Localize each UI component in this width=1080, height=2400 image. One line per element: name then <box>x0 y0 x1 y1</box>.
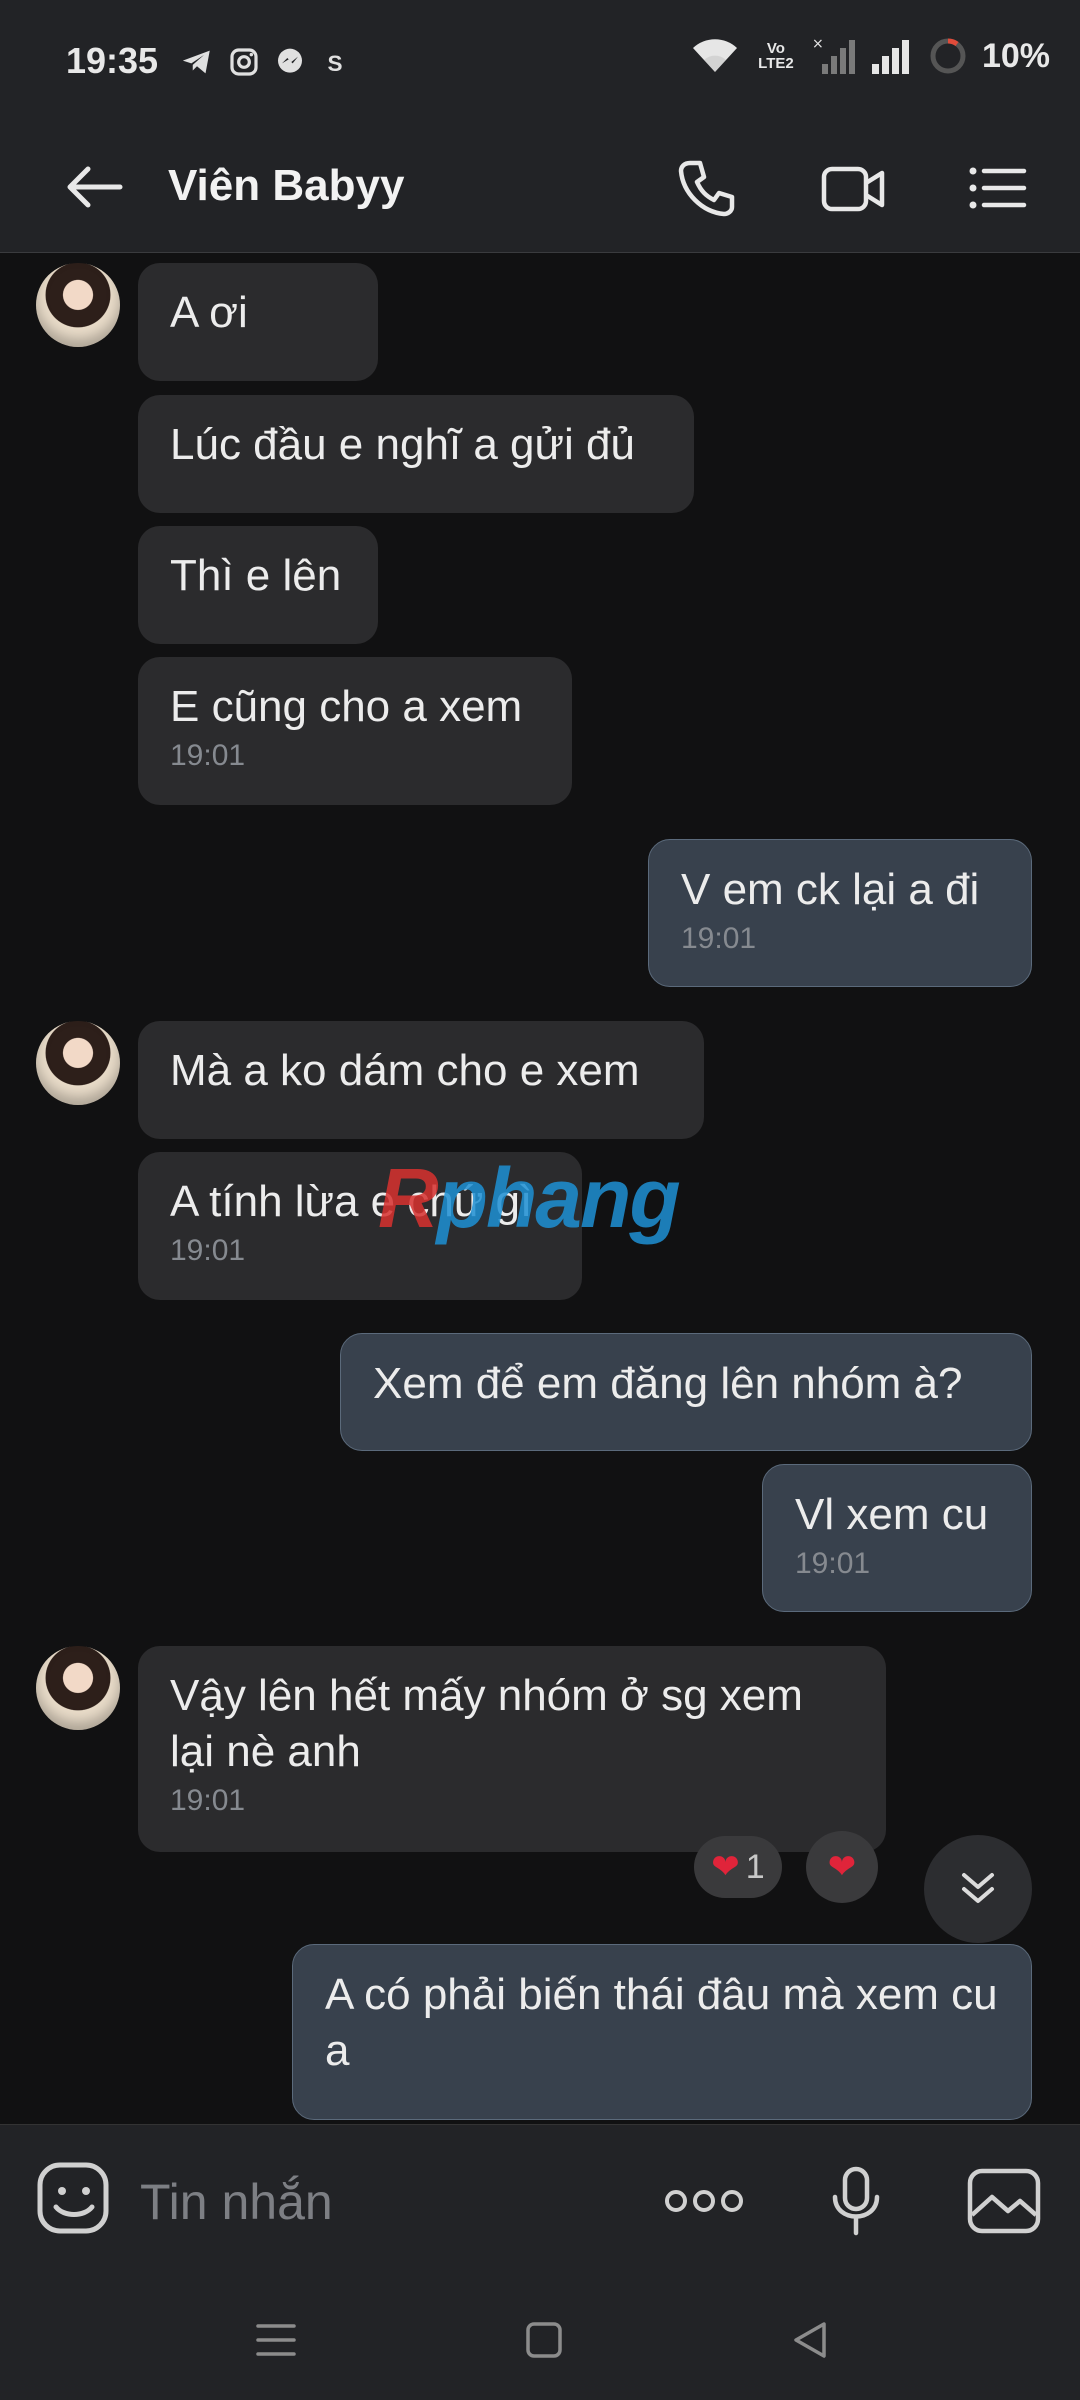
message-text: Vl xem cu <box>795 1490 989 1539</box>
message-text: Mà a ko dám cho e xem <box>170 1046 640 1095</box>
reaction-summary[interactable]: ❤ 1 <box>694 1836 782 1898</box>
system-navigation-bar <box>0 2276 1080 2400</box>
back-nav-button[interactable] <box>780 2310 840 2370</box>
message-text: A có phải biến thái đâu mà xem cu a <box>325 1970 998 2075</box>
message-bubble-incoming[interactable]: A ơi <box>138 263 378 381</box>
message-text: A tính lừa e chứ gì <box>170 1177 533 1226</box>
double-chevron-down-icon <box>962 1873 994 1903</box>
home-square-icon <box>526 2322 562 2358</box>
message-text: Vậy lên hết mấy nhóm ở sg xem lại nè anh <box>170 1671 803 1776</box>
sticker-button[interactable] <box>36 2161 112 2237</box>
heart-icon: ❤ <box>711 1848 740 1886</box>
recent-apps-button[interactable] <box>246 2310 306 2370</box>
back-button[interactable] <box>60 155 130 219</box>
message-input[interactable] <box>138 2169 622 2235</box>
more-options-button[interactable] <box>664 2161 744 2241</box>
more-dots-icon <box>665 2190 743 2212</box>
video-call-icon <box>821 166 885 212</box>
message-bubble-outgoing[interactable]: Xem để em đăng lên nhóm à? <box>340 1333 1032 1451</box>
message-bubble-outgoing[interactable]: Vl xem cu 19:01 <box>762 1464 1032 1612</box>
message-text: A ơi <box>170 288 248 337</box>
wifi-icon <box>692 39 737 72</box>
back-arrow-icon <box>67 166 123 208</box>
message-text: Xem để em đăng lên nhóm à? <box>373 1359 963 1408</box>
image-icon <box>967 2168 1041 2234</box>
volte-indicator: Vo LTE2 <box>758 40 794 72</box>
voice-message-button[interactable] <box>816 2161 896 2241</box>
message-bubble-outgoing[interactable]: V em ck lại a đi 19:01 <box>648 839 1032 987</box>
contact-avatar[interactable] <box>36 263 120 347</box>
message-time: 19:01 <box>681 922 757 955</box>
message-bubble-incoming[interactable]: E cũng cho a xem 19:01 <box>138 657 572 805</box>
add-reaction-button[interactable]: ❤ <box>806 1831 878 1903</box>
heart-icon: ❤ <box>827 1848 857 1886</box>
message-bubble-outgoing[interactable]: A có phải biến thái đâu mà xem cu a <box>292 1944 1032 2120</box>
status-bar: 19:35 S Vo LTE2 × 10% <box>0 0 1080 125</box>
message-text: E cũng cho a xem <box>170 682 523 731</box>
message-time: 19:01 <box>170 1784 246 1817</box>
home-button[interactable] <box>514 2310 574 2370</box>
battery-ring-icon <box>930 38 966 74</box>
message-text: Lúc đầu e nghĩ a gửi đủ <box>170 420 635 469</box>
message-time: 19:01 <box>170 739 246 772</box>
chat-header: Viên Babyy <box>0 125 1080 253</box>
system-icons: Vo LTE2 × 10% <box>690 36 1050 76</box>
skype-icon: S <box>328 51 343 76</box>
telegram-icon <box>182 50 210 74</box>
reaction-count: 1 <box>745 1847 765 1886</box>
gallery-button[interactable] <box>964 2161 1044 2241</box>
message-time: 19:01 <box>795 1547 871 1580</box>
back-triangle-icon <box>794 2322 826 2358</box>
message-text: Thì e lên <box>170 551 342 600</box>
voice-call-button[interactable] <box>672 153 742 223</box>
signal-sim1-icon: × <box>812 36 855 74</box>
message-time: 19:01 <box>170 1234 246 1267</box>
svg-text:S: S <box>328 51 343 76</box>
contact-avatar[interactable] <box>36 1021 120 1105</box>
message-text: V em ck lại a đi <box>681 865 980 914</box>
message-bubble-incoming[interactable]: Mà a ko dám cho e xem <box>138 1021 704 1139</box>
message-list[interactable]: A ơi Lúc đầu e nghĩ a gửi đủ Thì e lên E… <box>0 253 1080 2123</box>
message-bubble-incoming[interactable]: Lúc đầu e nghĩ a gửi đủ <box>138 395 694 513</box>
scroll-to-bottom-button[interactable] <box>924 1835 1032 1943</box>
status-time: 19:35 <box>66 40 159 81</box>
contact-avatar[interactable] <box>36 1646 120 1730</box>
battery-percent: 10% <box>981 36 1050 75</box>
phone-icon <box>678 160 735 217</box>
notification-icons: S <box>180 42 350 82</box>
video-call-button[interactable] <box>818 153 888 223</box>
recents-icon <box>256 2324 296 2356</box>
chat-menu-button[interactable] <box>962 153 1032 223</box>
messenger-icon <box>278 48 302 73</box>
signal-sim2-icon <box>871 40 909 74</box>
message-bubble-incoming[interactable]: Thì e lên <box>138 526 378 644</box>
contact-name[interactable]: Viên Babyy <box>168 161 404 211</box>
menu-list-icon <box>969 167 1027 209</box>
instagram-icon <box>230 48 258 76</box>
composer-bar <box>0 2124 1080 2277</box>
svg-text:×: × <box>812 36 824 52</box>
message-bubble-incoming[interactable]: Vậy lên hết mấy nhóm ở sg xem lại nè anh… <box>138 1646 886 1852</box>
message-bubble-incoming[interactable]: A tính lừa e chứ gì 19:01 <box>138 1152 582 1300</box>
microphone-icon <box>832 2166 880 2236</box>
sticker-emoji-icon <box>37 2162 109 2234</box>
